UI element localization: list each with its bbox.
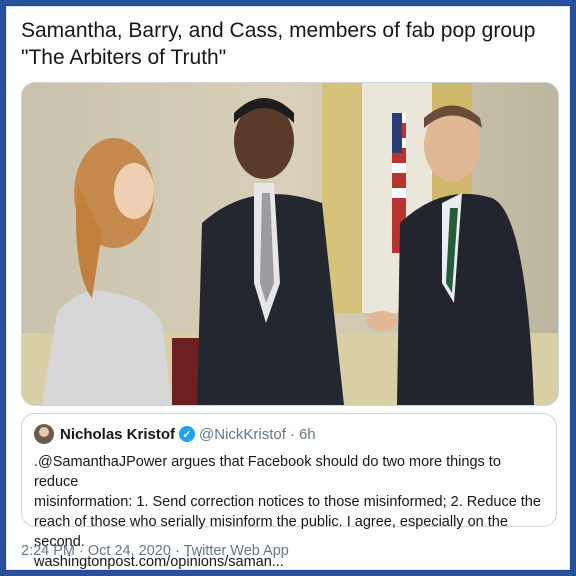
- quoted-tweet-header: Nicholas Kristof ✓ @NickKristof · 6h: [34, 422, 544, 446]
- tweet-photo[interactable]: [21, 82, 559, 406]
- photo-illustration: [22, 83, 558, 405]
- tweet-card: Samantha, Barry, and Cass, members of fa…: [6, 6, 570, 570]
- avatar[interactable]: [34, 424, 54, 444]
- separator-dot: ·: [289, 425, 295, 443]
- quoted-tweet[interactable]: Nicholas Kristof ✓ @NickKristof · 6h .@S…: [21, 413, 557, 570]
- tweet-metadata[interactable]: 2:24 PM · Oct 24, 2020 · Twitter Web App: [21, 543, 289, 559]
- verified-badge-icon: ✓: [179, 426, 196, 442]
- quoted-author-handle[interactable]: @NickKristof: [199, 426, 286, 443]
- quoted-tweet-time[interactable]: 6h: [299, 426, 316, 443]
- tweet-text: Samantha, Barry, and Cass, members of fa…: [21, 19, 536, 69]
- quoted-author-name[interactable]: Nicholas Kristof: [60, 426, 175, 443]
